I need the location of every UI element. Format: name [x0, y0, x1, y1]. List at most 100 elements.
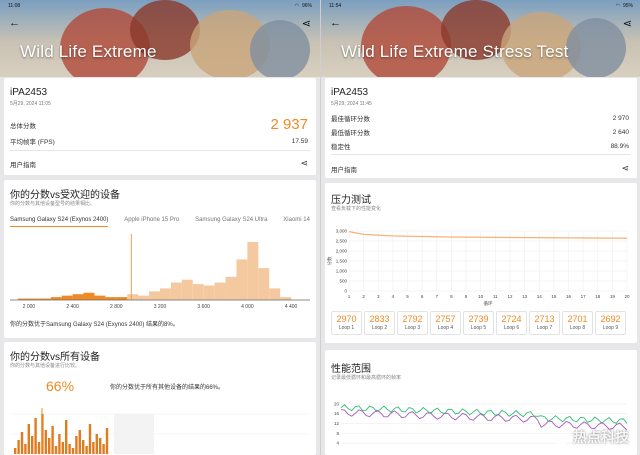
loop-item: 2833 Loop 2 — [364, 311, 395, 335]
watermark-logo: 热点科技 — [553, 427, 629, 447]
tab-xiaomi-14[interactable]: Xiaomi 14 — [283, 217, 310, 227]
x-tick-label: 2 400 — [66, 304, 79, 310]
distribution-bar — [54, 446, 58, 454]
loop-label: Loop 8 — [569, 325, 586, 331]
stress-score-card: iPA2453 5月29, 2024 11:45 最佳循环分数 2 970 最低… — [325, 78, 637, 178]
y-tick-label: 8 — [336, 431, 339, 436]
distribution-bar — [105, 428, 109, 454]
y-tick-label: 3,000 — [336, 229, 348, 234]
loop-score: 2757 — [435, 314, 456, 324]
tab-galaxy-s24[interactable]: Samsung Galaxy S24 (Exynos 2400) — [10, 217, 109, 227]
share-icon[interactable]: ⋖ — [621, 163, 629, 174]
histogram-bar — [269, 288, 281, 300]
score-card: iPA2453 5月29, 2024 11:05 总体分数 2 937 平均帧率… — [4, 78, 316, 175]
distribution-bar — [61, 442, 64, 454]
histogram-bar — [181, 279, 193, 300]
x-tick-label: 4 400 — [285, 304, 298, 310]
divider — [10, 150, 310, 151]
stress-line-chart: 1 2 3 4 5 6 7 8 9 10 11 12 13 14 15 16 17 18 19 203,0002,50… — [327, 229, 630, 308]
share-icon[interactable]: ⋖ — [302, 17, 311, 30]
distribution-bar — [102, 444, 105, 454]
watermark-text: 热点科技 — [573, 429, 629, 445]
distribution-bar — [88, 424, 92, 454]
x-tick-label: 20 — [624, 294, 630, 299]
histogram-bar — [214, 282, 226, 300]
screenshot-composite: 11:08 ◠ 96% ← ⋖ Wild Life Extreme iPA2453… — [0, 0, 640, 455]
histogram-bar — [61, 295, 73, 300]
histogram-bar — [127, 294, 139, 300]
banner-image: 11:54 ◠ 95% ← ⋖ Wild Life Extreme Stress … — [321, 0, 640, 77]
histogram-bar — [192, 284, 204, 300]
loop-score: 2739 — [468, 314, 489, 324]
stress-title: 压力测试 — [331, 195, 371, 206]
histogram-bar — [236, 259, 248, 300]
x-tick-label: 6 — [421, 294, 424, 299]
user-guide-link[interactable]: 用户指南 — [331, 164, 357, 174]
loop-score: 2701 — [567, 314, 588, 324]
distribution-bar — [44, 430, 47, 454]
x-tick-label: 17 — [581, 294, 587, 299]
y-tick-label: 20 — [334, 401, 340, 406]
x-tick-label: 16 — [566, 294, 572, 299]
status-time: 11:08 — [8, 3, 21, 9]
x-tick-label: 19 — [610, 294, 616, 299]
page-title: Wild Life Extreme — [20, 42, 157, 61]
distribution-bar — [68, 444, 71, 454]
fps-value: 17.59 — [291, 137, 308, 145]
distribution-bar — [24, 444, 27, 454]
loop-item: 2739 Loop 5 — [463, 311, 494, 335]
loop-label: Loop 6 — [503, 325, 520, 331]
left-pane: 11:08 ◠ 96% ← ⋖ Wild Life Extreme iPA2453… — [0, 0, 320, 455]
loop-label: Loop 5 — [470, 325, 487, 331]
tab-galaxy-s24-ultra[interactable]: Samsung Galaxy S24 Ultra — [195, 217, 267, 227]
histogram-bar — [50, 297, 62, 300]
best-loop-label: 最佳循环分数 — [331, 116, 370, 123]
distribution-bar — [14, 448, 17, 454]
histogram-bar — [258, 268, 270, 300]
divider — [331, 154, 631, 155]
histogram-bar — [116, 297, 128, 300]
x-tick-label: 2 000 — [23, 304, 36, 310]
status-bar: 11:54 ◠ 95% — [321, 0, 640, 12]
x-tick-label: 3 — [377, 294, 380, 299]
x-tick-label: 18 — [595, 294, 601, 299]
distribution-bar — [20, 432, 24, 454]
share-icon[interactable]: ⋖ — [623, 17, 632, 30]
histogram-bar — [72, 294, 84, 300]
user-guide-link[interactable]: 用户指南 — [10, 159, 36, 169]
compare-subtitle: 你的分数与其他设备型号的结果相比。 — [10, 201, 96, 207]
stress-subtitle: 查看负载下的性能变化 — [331, 206, 382, 212]
all-devices-note: 你的分数优于所有其他设备的结果的66%。 — [110, 385, 225, 391]
back-arrow-icon[interactable]: ← — [9, 17, 20, 29]
stress-card: 压力测试 查看负载下的性能变化 1 2 3 4 5 6 7 8 9 10 11 12 13 14 15 16 1… — [325, 183, 637, 343]
distribution-bar — [31, 436, 34, 454]
compare-note: 你的分数优于Samsung Galaxy S24 (Exynos 2400) 结… — [10, 322, 179, 328]
user-guide-row[interactable]: 用户指南 ⋖ — [331, 163, 629, 174]
all-devices-percent: 66% — [46, 378, 75, 394]
loop-item: 2692 Loop 9 — [595, 311, 626, 335]
top-bar: ← ⋖ — [0, 14, 320, 32]
x-tick-label: 4 — [392, 294, 395, 299]
distribution-bar — [71, 448, 75, 454]
loop-score: 2724 — [501, 314, 522, 324]
back-arrow-icon[interactable]: ← — [330, 17, 341, 29]
all-devices-card: 你的分数vs所有设备 你的分数与其他设备进行比较。 66% 你的分数优于所有其他… — [4, 342, 316, 455]
distribution-bar — [37, 442, 41, 454]
histogram-bar — [94, 295, 106, 300]
result-date: 5月29, 2024 11:45 — [331, 101, 372, 107]
loop-item: 2713 Loop 7 — [529, 311, 560, 335]
battery-level: 95% — [622, 3, 633, 9]
wifi-icon: ◠ — [615, 3, 620, 9]
share-icon[interactable]: ⋖ — [300, 158, 308, 169]
user-guide-row[interactable]: 用户指南 ⋖ — [10, 158, 308, 169]
loop-score: 2970 — [336, 314, 357, 324]
histogram-bar — [149, 291, 160, 300]
device-name: iPA2453 — [331, 87, 369, 98]
tab-iphone-15-pro[interactable]: Apple iPhone 15 Pro — [124, 217, 179, 227]
x-tick-label: 2 — [362, 294, 365, 299]
device-tabs: Samsung Galaxy S24 (Exynos 2400) Apple i… — [10, 217, 310, 227]
x-tick-label: 12 — [507, 294, 513, 299]
x-tick-label: 11 — [493, 294, 498, 299]
x-tick-label: 9 — [465, 294, 468, 299]
histogram-bar — [203, 285, 215, 300]
